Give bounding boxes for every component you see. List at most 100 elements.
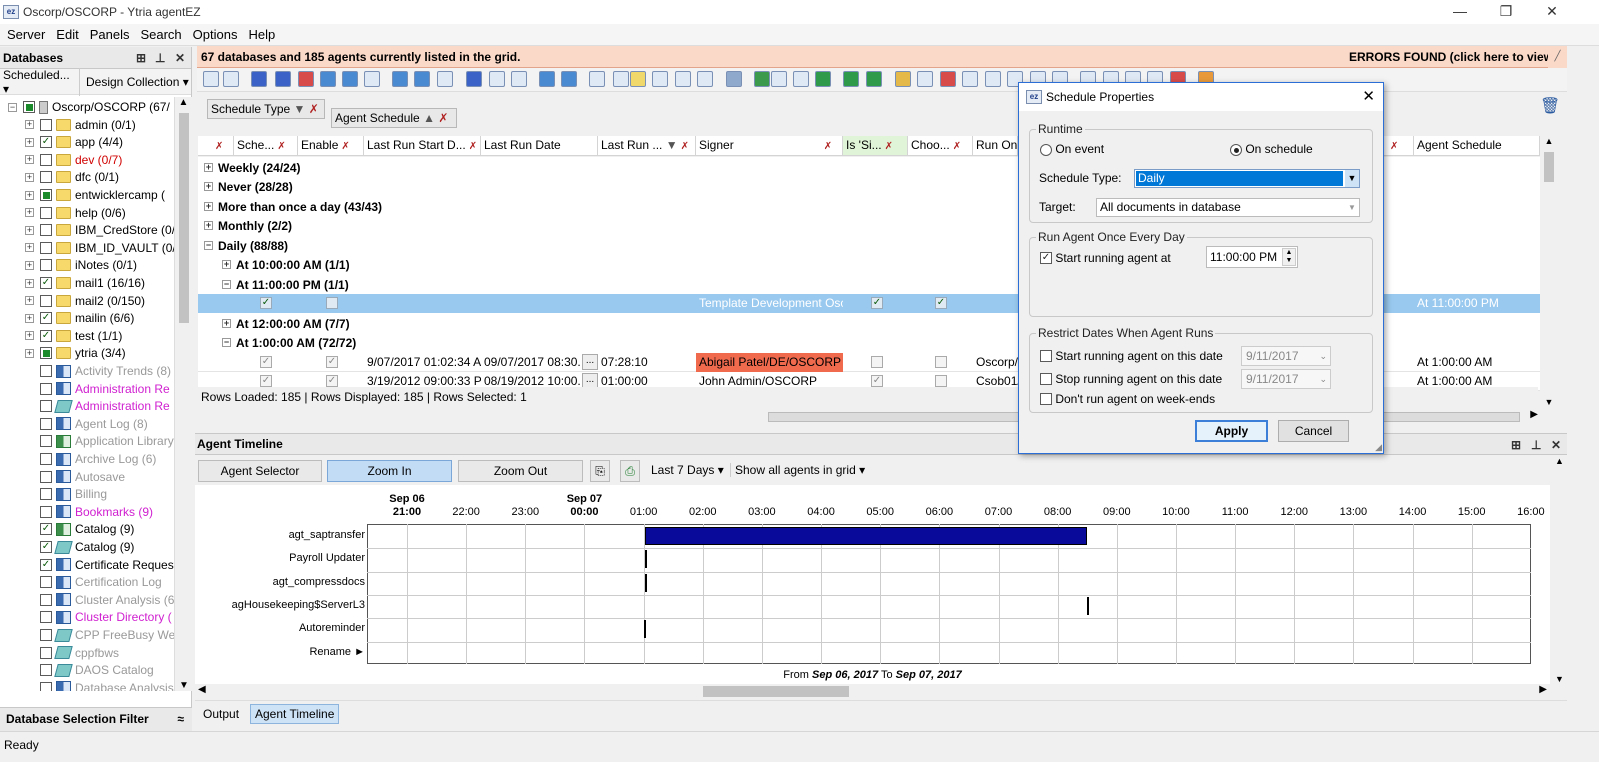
row-checkbox[interactable]: [871, 356, 883, 368]
toolbar-icon[interactable]: [675, 71, 691, 87]
toolbar-icon[interactable]: [754, 71, 770, 87]
checkbox-icon[interactable]: [40, 611, 52, 624]
toolbar-icon[interactable]: [815, 71, 831, 87]
menu-panels[interactable]: Panels: [87, 27, 138, 42]
expand-icon[interactable]: +: [222, 260, 231, 269]
tree-item[interactable]: cppfbws: [0, 644, 119, 662]
timeline-agent-label[interactable]: Payroll Updater: [200, 548, 365, 568]
row-checkbox[interactable]: ✓: [260, 375, 272, 387]
float-icon[interactable]: ⊞: [1511, 435, 1521, 455]
timeline-agent-label[interactable]: agt_compressdocs: [200, 572, 365, 592]
tree-item[interactable]: DAOS Catalog: [0, 661, 154, 679]
timeline-agent-label[interactable]: Autoreminder: [200, 618, 365, 638]
checkbox-icon[interactable]: [40, 224, 52, 237]
toolbar-icon[interactable]: [843, 71, 859, 87]
column-signer[interactable]: Signer ✗: [696, 136, 843, 156]
weekends-checkbox[interactable]: Don't run agent on week-ends: [1040, 392, 1215, 406]
tree-item[interactable]: + entwicklercamp (: [0, 186, 165, 204]
expand-icon[interactable]: +: [25, 190, 34, 200]
toolbar-icon[interactable]: [203, 71, 219, 87]
checkbox-icon[interactable]: ✓: [40, 277, 52, 289]
tree-item[interactable]: ✓ Catalog (9): [0, 520, 134, 538]
timeline-hscroll-thumb[interactable]: [703, 686, 849, 697]
tree-item[interactable]: ✓ Catalog (9): [0, 538, 134, 556]
checkbox-icon[interactable]: ✓: [40, 541, 52, 553]
apply-button[interactable]: Apply: [1195, 420, 1268, 442]
toolbar-icon[interactable]: [275, 71, 291, 87]
toolbar-icon[interactable]: [726, 71, 742, 87]
checkbox-icon[interactable]: [40, 646, 52, 659]
collapse-icon[interactable]: ≈: [177, 708, 184, 730]
errors-link[interactable]: ERRORS FOUND (click here to view): [1349, 50, 1557, 64]
toolbar-icon[interactable]: [652, 71, 668, 87]
start-date-picker[interactable]: 9/11/2017 ⌄: [1241, 346, 1331, 366]
menu-search[interactable]: Search: [137, 27, 189, 42]
checkbox-icon[interactable]: [40, 382, 52, 395]
checkbox-icon[interactable]: [40, 171, 52, 184]
agent-run-bar[interactable]: [645, 574, 647, 592]
scroll-left-icon[interactable]: ◀: [198, 684, 206, 695]
schedule-type-select[interactable]: Daily ▼: [1134, 169, 1360, 188]
row-checkbox[interactable]: [935, 356, 947, 368]
checkbox-icon[interactable]: [40, 189, 52, 201]
checkbox-icon[interactable]: [40, 593, 52, 606]
column-choose-server[interactable]: Choo... ✗: [908, 136, 973, 156]
toolbar-icon[interactable]: [613, 71, 629, 87]
timeline-agent-label[interactable]: Rename ►: [200, 642, 365, 662]
stop-date-checkbox[interactable]: Stop running agent on this date: [1040, 372, 1222, 386]
chevron-down-icon[interactable]: ▼: [1345, 170, 1359, 187]
scroll-up-icon[interactable]: ▲: [1540, 136, 1558, 146]
stop-date-picker[interactable]: 9/11/2017 ⌄: [1241, 369, 1331, 389]
scroll-down-icon[interactable]: ▼: [175, 680, 193, 691]
toolbar-icon[interactable]: [251, 71, 267, 87]
start-time-input[interactable]: 11:00:00 PM ▲ ▼: [1206, 246, 1298, 268]
cancel-button[interactable]: Cancel: [1278, 420, 1349, 442]
expand-icon[interactable]: +: [25, 225, 34, 235]
copy-icon[interactable]: ⎘: [590, 460, 610, 482]
toolbar-icon[interactable]: [561, 71, 577, 87]
expand-icon[interactable]: +: [25, 120, 34, 130]
tree-item[interactable]: ✓ Certificate Request: [0, 556, 174, 574]
column-is-signer[interactable]: Is 'Si... ✗: [843, 136, 908, 156]
show-agents-dropdown[interactable]: Show all agents in grid ▾: [730, 463, 865, 477]
zoom-out-button[interactable]: Zoom Out: [458, 460, 583, 482]
agent-run-bar[interactable]: [645, 550, 647, 568]
scroll-right-icon[interactable]: ▶: [1539, 684, 1547, 695]
expand-icon[interactable]: +: [25, 331, 34, 341]
checkbox-icon[interactable]: [40, 153, 52, 166]
checkbox-icon[interactable]: [40, 400, 52, 413]
expand-icon[interactable]: −: [8, 102, 17, 112]
expand-icon[interactable]: +: [25, 137, 34, 147]
tab-agent-timeline[interactable]: Agent Timeline: [250, 704, 340, 724]
dialog-close-button[interactable]: ✕: [1362, 87, 1375, 105]
details-button[interactable]: ...: [582, 354, 598, 370]
close-panel-icon[interactable]: ✕: [175, 51, 185, 65]
tree-item[interactable]: Cluster Analysis (6: [0, 591, 174, 609]
toolbar-icon[interactable]: [364, 71, 380, 87]
export-icon[interactable]: ⎙: [620, 460, 640, 482]
tree-item[interactable]: + dfc (0/1): [0, 168, 119, 186]
toolbar-icon[interactable]: [392, 71, 408, 87]
tab-output[interactable]: Output: [203, 707, 239, 721]
tree-item[interactable]: Activity Trends (8): [0, 362, 171, 380]
database-selection-filter[interactable]: Database Selection Filter ≈: [0, 707, 192, 731]
expand-icon[interactable]: +: [25, 155, 34, 165]
expand-icon[interactable]: +: [204, 221, 213, 230]
tree-item[interactable]: Archive Log (6): [0, 450, 156, 468]
checkbox-icon[interactable]: [40, 505, 52, 518]
tree-item[interactable]: Autosave: [0, 468, 125, 486]
agent-run-bar[interactable]: [644, 620, 646, 638]
timeline-hscroll[interactable]: ◀ ▶: [195, 684, 1550, 699]
errors-banner[interactable]: 67 databases and 185 agents currently li…: [197, 46, 1567, 68]
checkbox-icon[interactable]: [40, 241, 52, 254]
collapse-icon[interactable]: −: [222, 280, 231, 289]
column-filter-icon[interactable]: ✗: [198, 136, 234, 156]
checkbox-icon[interactable]: [40, 294, 52, 307]
tree-item[interactable]: + admin (0/1): [0, 116, 136, 134]
toolbar-icon[interactable]: [793, 71, 809, 87]
checkbox-icon[interactable]: ✓: [40, 523, 52, 536]
checkbox-icon[interactable]: ✓: [40, 329, 52, 342]
column-schedule[interactable]: Sche... ✗: [234, 136, 298, 156]
toolbar-icon[interactable]: [466, 71, 482, 87]
toolbar-icon[interactable]: [511, 71, 527, 87]
